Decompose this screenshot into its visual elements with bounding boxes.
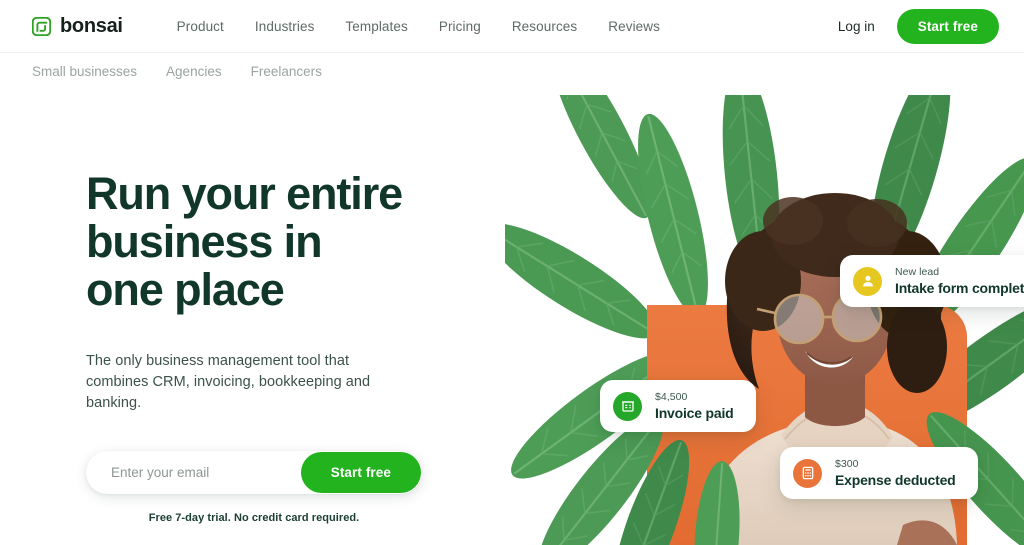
notification-card-invoice-paid[interactable]: $4,500 Invoice paid [600,380,756,432]
headline-line-1: Run your entire [86,168,403,219]
nav-item-product[interactable]: Product [177,19,224,34]
hero-content: Run your entire business in one place Th… [86,170,506,524]
person-icon [853,266,882,296]
primary-nav: Product Industries Templates Pricing Res… [177,19,660,34]
nav-item-pricing[interactable]: Pricing [439,19,481,34]
subnav-item-small-businesses[interactable]: Small businesses [32,64,137,79]
calculator-icon [793,458,822,488]
nav-item-templates[interactable]: Templates [345,19,407,34]
logo-text: bonsai [60,14,123,37]
notification-card-new-lead[interactable]: New lead Intake form completed [840,255,1024,307]
notification-subtext: $4,500 [655,391,688,403]
notification-subtext: $300 [835,458,859,470]
notification-title: Expense deducted [835,472,956,488]
notification-texts: New lead Intake form completed [895,266,1024,296]
notification-texts: $300 Expense deducted [835,458,956,488]
nav-item-reviews[interactable]: Reviews [608,19,660,34]
secondary-nav-list: Small businesses Agencies Freelancers [32,64,322,79]
trial-note: Free 7-day trial. No credit card require… [148,512,360,524]
site-header: bonsai Product Industries Templates Pric… [0,0,1024,52]
secondary-nav: Small businesses Agencies Freelancers [0,52,1024,89]
hero-subheading: The only business management tool that c… [86,353,371,411]
subnav-item-freelancers[interactable]: Freelancers [251,64,322,79]
nav-item-industries[interactable]: Industries [255,19,315,34]
bonsai-spiral-logo-icon [32,16,51,36]
headline-line-3: one place [86,264,285,315]
notification-subtext: New lead [895,266,940,278]
invoice-icon [613,391,642,421]
nav-item-resources[interactable]: Resources [512,19,577,34]
notification-card-expense-deducted[interactable]: $300 Expense deducted [780,447,978,499]
headline-line-2: business in [86,216,323,267]
landing-page: bonsai Product Industries Templates Pric… [0,0,1024,545]
notification-title: Intake form completed [895,280,1024,296]
notification-title: Invoice paid [655,405,734,421]
notification-texts: $4,500 Invoice paid [655,391,734,421]
hero-start-free-button[interactable]: Start free [300,452,421,493]
header-actions: Log in Start free [838,8,999,44]
email-signup-form: Start free [86,451,422,494]
login-link[interactable]: Log in [838,19,875,34]
header-start-free-button[interactable]: Start free [896,8,999,44]
page-title: Run your entire business in one place [86,170,506,314]
logo[interactable]: bonsai [32,15,123,38]
subnav-item-agencies[interactable]: Agencies [166,64,222,79]
